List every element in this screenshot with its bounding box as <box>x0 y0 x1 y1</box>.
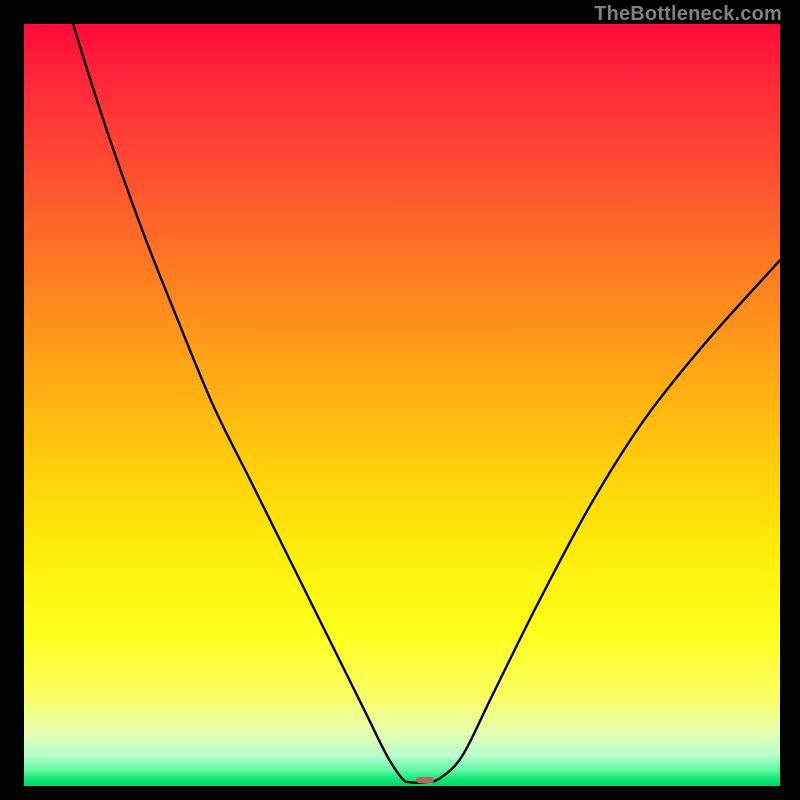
bottleneck-curve <box>24 24 780 786</box>
watermark-text: TheBottleneck.com <box>594 3 782 26</box>
plot-area <box>24 24 780 786</box>
optimum-marker <box>416 777 434 783</box>
chart-frame: TheBottleneck.com <box>0 0 800 800</box>
